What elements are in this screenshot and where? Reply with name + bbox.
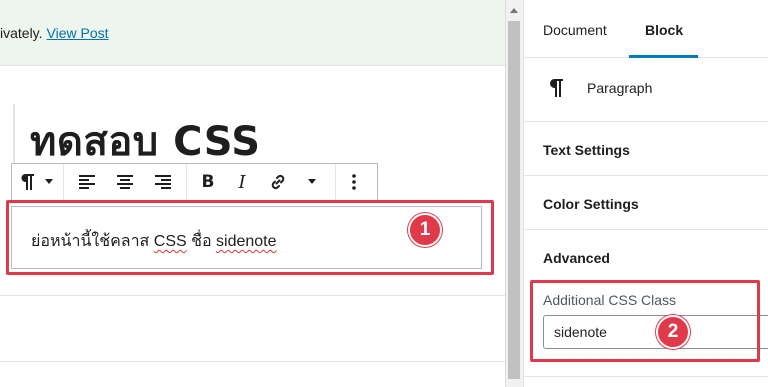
block-divider (0, 361, 505, 362)
notice-text: ivately. (0, 25, 43, 41)
tab-document[interactable]: Document (543, 22, 607, 38)
more-vertical-icon[interactable] (336, 164, 372, 200)
scroll-up-arrow-icon[interactable] (505, 0, 523, 20)
block-switcher-group (12, 164, 56, 200)
annotation-badge-2: 2 (656, 315, 690, 349)
align-left-icon[interactable] (68, 164, 106, 200)
chevron-down-icon[interactable] (42, 164, 56, 200)
annotation-highlight-css-field (530, 280, 760, 362)
panel-text-settings[interactable]: Text Settings (524, 122, 768, 176)
paragraph-block-icon (548, 78, 564, 102)
notice-message: ivately. View Post (0, 25, 109, 41)
view-post-link[interactable]: View Post (47, 25, 109, 41)
editor-screen: ivately. View Post ทดสอบ CSS B I ย่อหน้า… (0, 0, 768, 387)
paragraph-icon[interactable] (12, 164, 42, 200)
panel-advanced[interactable]: Advanced (524, 230, 768, 284)
block-left-rule (13, 104, 15, 166)
more-formats-chevron-icon[interactable] (297, 164, 327, 200)
panel-title: Text Settings (543, 142, 630, 158)
bold-icon[interactable]: B (191, 164, 225, 200)
success-notice: ivately. View Post (0, 0, 505, 66)
scrollbar-thumb[interactable] (508, 21, 520, 379)
format-group: B I (187, 164, 331, 200)
block-card: Paragraph (524, 58, 768, 122)
link-icon[interactable] (259, 164, 297, 200)
annotation-badge-1: 1 (408, 213, 442, 247)
panel-title: Advanced (543, 250, 610, 266)
alignment-group (64, 164, 186, 200)
panel-title: Color Settings (543, 196, 639, 212)
block-divider (0, 295, 505, 296)
block-toolbar: B I (11, 163, 378, 201)
align-center-icon[interactable] (106, 164, 144, 200)
post-title[interactable]: ทดสอบ CSS (30, 122, 261, 160)
italic-icon[interactable]: I (225, 164, 259, 200)
align-right-icon[interactable] (144, 164, 182, 200)
panel-color-settings[interactable]: Color Settings (524, 176, 768, 230)
panel-divider (524, 376, 768, 377)
tab-block[interactable]: Block (645, 22, 683, 38)
block-type-label: Paragraph (587, 80, 653, 96)
sidebar-tabs: Document Block (524, 0, 768, 58)
